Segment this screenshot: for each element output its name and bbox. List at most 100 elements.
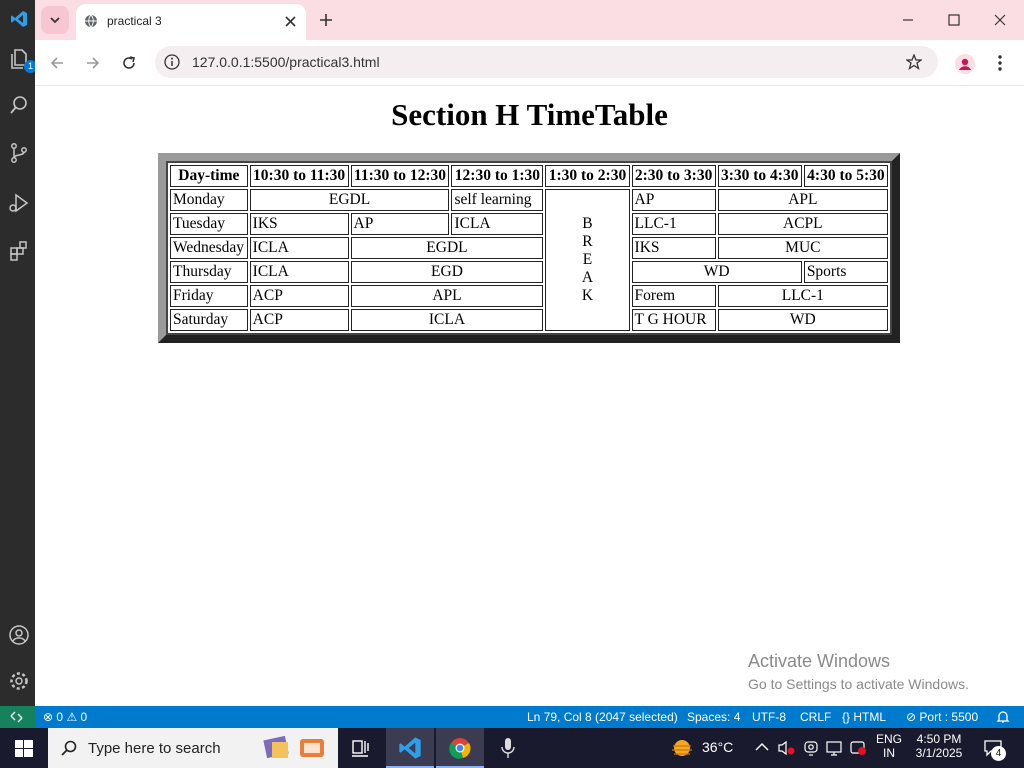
table-row: Thursday ICLA EGD WD Sports (170, 261, 888, 283)
page-title: Section H TimeTable (391, 97, 668, 132)
class-cell: ICLA (451, 213, 544, 235)
notification-bell-icon[interactable] (996, 710, 1010, 724)
break-cell: B R E A K (545, 189, 630, 331)
source-control-icon[interactable] (8, 142, 30, 164)
header-cell: 11:30 to 12:30 (350, 165, 450, 187)
chevron-up-icon[interactable] (755, 742, 769, 752)
weather-temperature[interactable]: 36°C (702, 739, 733, 755)
close-window-icon[interactable] (994, 13, 1006, 27)
chrome-taskbar-button[interactable] (436, 728, 484, 768)
timetable-frame: Day-time 10:30 to 11:30 11:30 to 12:30 1… (158, 153, 900, 343)
class-cell: T G HOUR (631, 309, 716, 331)
header-cell: 1:30 to 2:30 (545, 165, 630, 187)
tab-search-button[interactable] (41, 6, 69, 34)
vscode-status-bar: ⊗ 0 ⚠ 0 Ln 79, Col 8 (2047 selected) Spa… (0, 706, 1024, 728)
forward-arrow-icon[interactable] (85, 55, 101, 71)
class-cell: EGD (350, 261, 544, 283)
url-text: 127.0.0.1:5500/practical3.html (192, 54, 380, 70)
vscode-taskbar-button[interactable] (386, 728, 434, 768)
watermark-subtitle: Go to Settings to activate Windows. (748, 676, 969, 692)
address-bar[interactable]: 127.0.0.1:5500/practical3.html (155, 46, 938, 78)
taskbar-search-box[interactable]: Type here to search (48, 728, 338, 768)
header-cell: 3:30 to 4:30 (717, 165, 802, 187)
language-code: ENG (876, 732, 903, 746)
live-server-port[interactable]: ⊘ Port : 5500 (906, 710, 978, 724)
header-cell: 10:30 to 11:30 (249, 165, 349, 187)
day-cell: Thursday (170, 261, 248, 283)
class-cell: IKS (249, 213, 349, 235)
line-ending[interactable]: CRLF (800, 710, 831, 724)
task-view-icon[interactable] (351, 739, 369, 757)
notification-count: 4 (991, 746, 1006, 761)
account-icon[interactable] (8, 624, 30, 646)
class-cell: APL (717, 189, 888, 211)
break-letter: R (582, 233, 593, 250)
header-cell: 4:30 to 5:30 (803, 165, 888, 187)
remote-indicator[interactable] (0, 706, 35, 728)
chevron-down-icon (50, 17, 60, 24)
class-cell: ACP (249, 309, 349, 331)
class-cell: ICLA (249, 261, 349, 283)
windows-taskbar: Type here to search 36°C ENG IN 4:50 PM … (0, 728, 1024, 768)
webcam-icon[interactable] (803, 740, 819, 756)
class-cell: APL (350, 285, 544, 307)
header-cell: 2:30 to 3:30 (631, 165, 716, 187)
network-icon[interactable] (825, 740, 843, 756)
watermark-title: Activate Windows (748, 651, 891, 671)
menu-dots-icon[interactable] (997, 54, 1003, 72)
bookmark-star-icon[interactable] (906, 54, 922, 70)
chrome-app-icon (449, 738, 471, 759)
table-row: Friday ACP APL Forem LLC-1 (170, 285, 888, 307)
day-cell: Tuesday (170, 213, 248, 235)
profile-avatar-icon[interactable] (955, 54, 975, 74)
table-row: Saturday ACP ICLA T G HOUR WD (170, 309, 888, 331)
reload-icon[interactable] (121, 55, 137, 71)
browser-tab-bar: practical 3 (35, 0, 1024, 40)
language-mode[interactable]: {} HTML (842, 710, 886, 724)
break-letter: E (582, 251, 593, 268)
clock[interactable]: 4:50 PM 3/1/2025 (912, 732, 966, 760)
class-cell: AP (350, 213, 450, 235)
search-icon[interactable] (8, 94, 30, 116)
class-cell: EGDL (249, 189, 450, 211)
speaker-muted-icon[interactable] (777, 740, 795, 756)
close-tab-icon[interactable] (285, 16, 296, 27)
warning-icon: ⚠ (66, 710, 78, 724)
run-debug-icon[interactable] (8, 192, 30, 214)
input-language[interactable]: ENG IN (876, 732, 902, 760)
site-info-icon[interactable] (164, 54, 180, 70)
error-icon: ⊗ (43, 710, 54, 724)
class-cell: LLC-1 (717, 285, 888, 307)
minimize-icon[interactable] (902, 13, 914, 27)
indentation[interactable]: Spaces: 4 (687, 710, 740, 724)
search-icon (61, 740, 77, 756)
meet-now-icon[interactable] (849, 739, 867, 757)
header-cell: Day-time (170, 165, 248, 187)
language-label: HTML (853, 710, 887, 724)
cursor-position[interactable]: Ln 79, Col 8 (2047 selected) (527, 710, 678, 724)
class-cell: MUC (717, 237, 888, 259)
web-page: Section H TimeTable Day-time 10:30 to 11… (35, 87, 1024, 700)
day-cell: Friday (170, 285, 248, 307)
problems-indicator[interactable]: ⊗ 0 ⚠ 0 (43, 710, 87, 724)
settings-gear-icon[interactable] (8, 670, 30, 692)
new-tab-icon[interactable] (319, 13, 333, 27)
browser-tab[interactable]: practical 3 (76, 4, 306, 40)
voice-access-icon[interactable] (500, 737, 516, 759)
news-widget-icon (300, 739, 324, 757)
tab-title: practical 3 (107, 14, 162, 28)
extensions-icon[interactable] (8, 240, 30, 262)
break-letter: A (581, 269, 594, 286)
vscode-app-icon (399, 737, 421, 759)
class-cell: LLC-1 (631, 213, 716, 235)
class-cell: self learning (451, 189, 544, 211)
back-arrow-icon[interactable] (49, 55, 65, 71)
encoding[interactable]: UTF-8 (752, 710, 786, 724)
table-row: Tuesday IKS AP ICLA LLC-1 ACPL (170, 213, 888, 235)
class-cell: ICLA (249, 237, 349, 259)
windows-start-icon[interactable] (15, 740, 33, 757)
warning-count: 0 (80, 710, 88, 724)
maximize-icon[interactable] (948, 13, 960, 27)
vscode-activity-bar: 1 (0, 0, 37, 706)
weather-sun-icon[interactable] (670, 738, 694, 758)
